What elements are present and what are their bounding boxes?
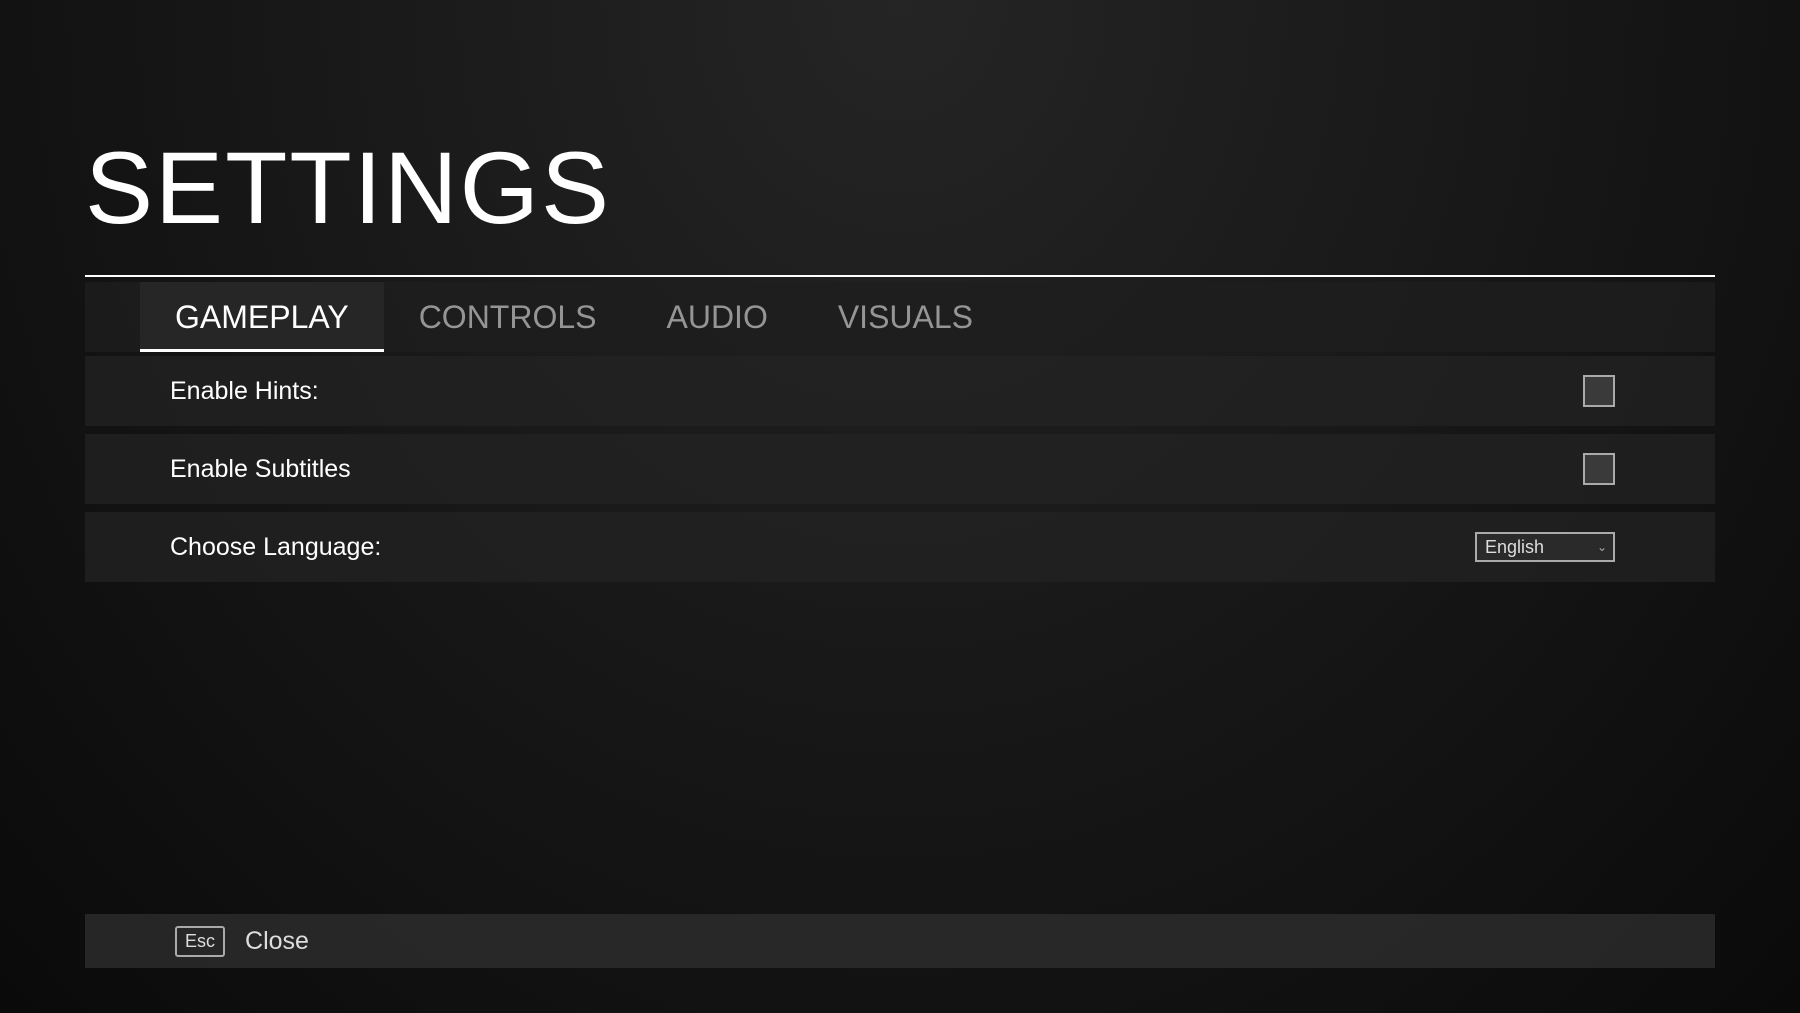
tab-controls[interactable]: CONTROLS xyxy=(384,282,632,352)
title-divider xyxy=(85,275,1715,277)
tab-label: VISUALS xyxy=(838,299,973,336)
checkbox-hints[interactable] xyxy=(1583,375,1615,407)
tab-audio[interactable]: AUDIO xyxy=(631,282,802,352)
tab-label: CONTROLS xyxy=(419,299,597,336)
page-title: SETTINGS xyxy=(85,130,1715,247)
close-button[interactable]: Close xyxy=(245,927,309,956)
tabs-bar: GAMEPLAY CONTROLS AUDIO VISUALS xyxy=(85,282,1715,352)
setting-label-hints: Enable Hints: xyxy=(170,377,319,406)
language-select[interactable]: English xyxy=(1475,532,1615,562)
settings-list: Enable Hints: Enable Subtitles Choose La… xyxy=(85,356,1715,582)
tab-visuals[interactable]: VISUALS xyxy=(803,282,1008,352)
language-select-wrap: English ⌄ xyxy=(1475,532,1615,562)
setting-label-language: Choose Language: xyxy=(170,533,381,562)
esc-key-badge: Esc xyxy=(175,926,225,957)
footer-bar: Esc Close xyxy=(85,914,1715,968)
setting-row-subtitles: Enable Subtitles xyxy=(85,434,1715,504)
setting-label-subtitles: Enable Subtitles xyxy=(170,455,351,484)
setting-row-language: Choose Language: English ⌄ xyxy=(85,512,1715,582)
setting-row-hints: Enable Hints: xyxy=(85,356,1715,426)
tab-gameplay[interactable]: GAMEPLAY xyxy=(140,282,384,352)
checkbox-subtitles[interactable] xyxy=(1583,453,1615,485)
tab-label: AUDIO xyxy=(666,299,767,336)
tab-label: GAMEPLAY xyxy=(175,299,349,336)
